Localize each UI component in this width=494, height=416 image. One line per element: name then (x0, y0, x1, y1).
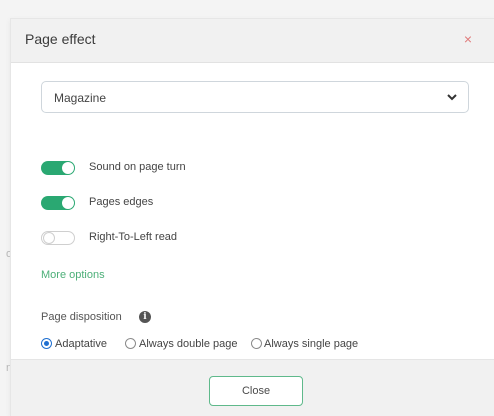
always-double-page-radio-label[interactable]: Always double page (139, 338, 237, 350)
toggle-knob (43, 232, 55, 244)
always-double-page-radio[interactable] (125, 338, 136, 349)
info-icon[interactable]: i (139, 311, 151, 323)
toggle-knob (62, 162, 74, 174)
pages-edges-toggle-label: Pages edges (89, 196, 154, 208)
close-icon[interactable]: × (464, 32, 472, 46)
page-disposition-label: Page disposition (41, 311, 122, 323)
dialog-body: Magazine Sound on page turn Pages edges … (11, 63, 494, 359)
adaptative-radio-label[interactable]: Adaptative (55, 338, 107, 350)
sound-toggle-label: Sound on page turn (89, 161, 186, 173)
page-effect-dialog: Page effect × Magazine Sound on page tur… (10, 18, 494, 416)
effect-select-value: Magazine (54, 91, 107, 105)
dialog-header: Page effect × (11, 19, 494, 63)
sound-toggle[interactable] (41, 161, 75, 175)
more-options-link[interactable]: More options (41, 269, 105, 281)
adaptative-radio[interactable] (41, 338, 52, 349)
toggle-knob (62, 197, 74, 209)
always-single-page-radio-label[interactable]: Always single page (264, 338, 358, 350)
pages-edges-toggle[interactable] (41, 196, 75, 210)
dialog-footer: Close (11, 359, 494, 416)
close-button[interactable]: Close (209, 376, 303, 406)
right-to-left-toggle[interactable] (41, 231, 75, 245)
chevron-down-icon (447, 94, 457, 101)
effect-select[interactable]: Magazine (41, 81, 469, 113)
dialog-title: Page effect (25, 31, 96, 47)
always-single-page-radio[interactable] (251, 338, 262, 349)
right-to-left-toggle-label: Right-To-Left read (89, 231, 178, 243)
